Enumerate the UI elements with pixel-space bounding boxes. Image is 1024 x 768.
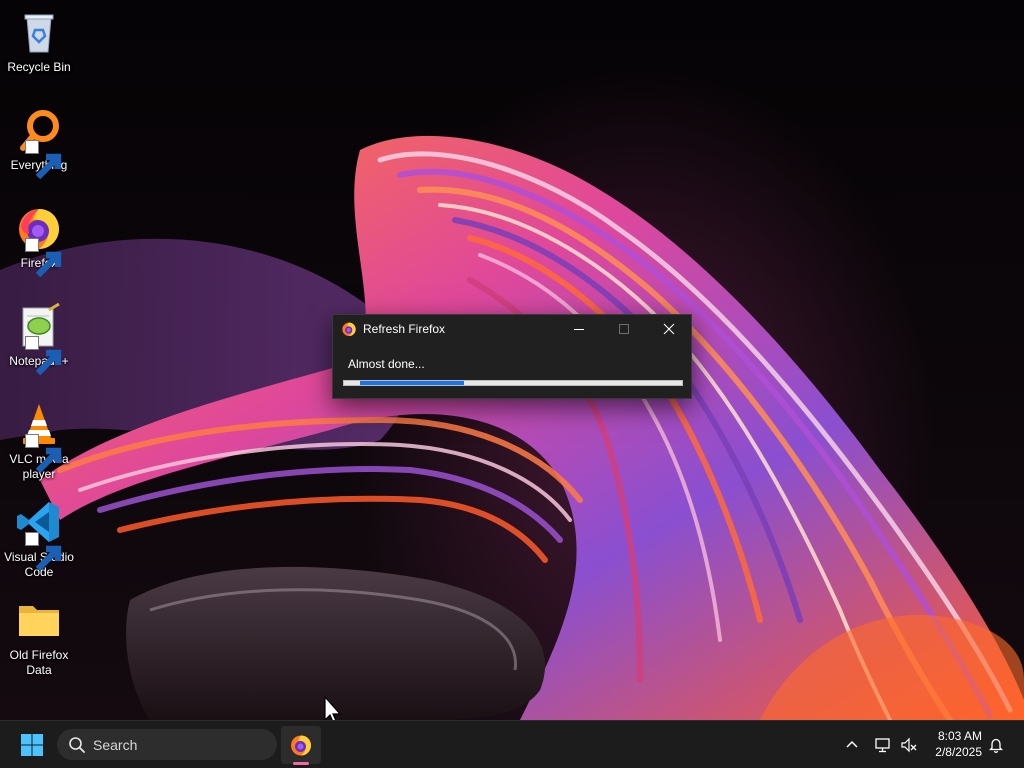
- volume-button[interactable]: [899, 735, 919, 755]
- shortcut-arrow-icon: [25, 336, 62, 376]
- start-button[interactable]: [14, 729, 50, 761]
- active-app-indicator: [293, 762, 309, 765]
- dialog-status-message: Almost done...: [348, 357, 425, 371]
- desktop-icon-label: Old Firefox Data: [9, 648, 69, 677]
- taskbar-app-firefox[interactable]: [281, 726, 321, 764]
- desktop[interactable]: Recycle Bin Everything Firefox Notepad++…: [0, 0, 1024, 720]
- desktop-icon-label: Recycle Bin: [7, 60, 71, 74]
- minimize-button[interactable]: [556, 315, 601, 343]
- desktop-icon-notepad-plus-plus[interactable]: Notepad++: [2, 302, 76, 376]
- bell-icon: [988, 738, 1004, 754]
- volume-muted-icon: [901, 737, 917, 753]
- mouse-cursor: [323, 696, 343, 720]
- shortcut-arrow-icon: [25, 434, 62, 474]
- close-button[interactable]: [646, 315, 691, 343]
- dialog-titlebar[interactable]: Refresh Firefox: [333, 315, 691, 343]
- taskbar-search-box[interactable]: Search: [57, 729, 277, 760]
- desktop-icon-vscode[interactable]: Visual Studio Code: [2, 498, 76, 580]
- shortcut-arrow-icon: [25, 238, 62, 278]
- network-icon: [875, 738, 890, 753]
- search-icon: [68, 736, 86, 754]
- shortcut-arrow-icon: [25, 140, 62, 180]
- progress-bar-fill: [360, 381, 464, 385]
- maximize-icon: [618, 324, 629, 334]
- dialog-title: Refresh Firefox: [363, 322, 446, 336]
- recycle-bin-icon: [24, 14, 54, 53]
- desktop-icon-recycle-bin[interactable]: Recycle Bin: [2, 8, 76, 75]
- windows-logo-icon: [21, 734, 43, 756]
- firefox-icon: [291, 735, 311, 756]
- show-hidden-icons-button[interactable]: [842, 735, 862, 755]
- clock-date: 2/8/2025: [935, 745, 982, 759]
- folder-icon: [19, 606, 59, 636]
- search-label: Search: [93, 736, 138, 753]
- network-button[interactable]: [873, 735, 893, 755]
- desktop-icon-vlc[interactable]: VLC media player: [2, 400, 76, 482]
- close-icon: [663, 323, 674, 335]
- refresh-firefox-dialog[interactable]: Refresh Firefox Almost done...: [332, 314, 692, 399]
- shortcut-arrow-icon: [25, 532, 62, 572]
- chevron-up-icon: [846, 740, 858, 748]
- maximize-button[interactable]: [601, 315, 646, 343]
- desktop-icon-everything[interactable]: Everything: [2, 106, 76, 180]
- system-clock[interactable]: 8:03 AM 2/8/2025: [922, 728, 982, 760]
- notifications-button[interactable]: [986, 735, 1006, 755]
- desktop-icon-firefox[interactable]: Firefox: [2, 204, 76, 278]
- minimize-icon: [573, 329, 584, 330]
- clock-time: 8:03 AM: [937, 729, 982, 743]
- taskbar[interactable]: Search 8:03 AM 2/8/2025: [0, 720, 1024, 768]
- desktop-icon-old-firefox-data[interactable]: Old Firefox Data: [2, 596, 76, 678]
- firefox-icon: [341, 321, 357, 337]
- progress-bar: [343, 380, 683, 386]
